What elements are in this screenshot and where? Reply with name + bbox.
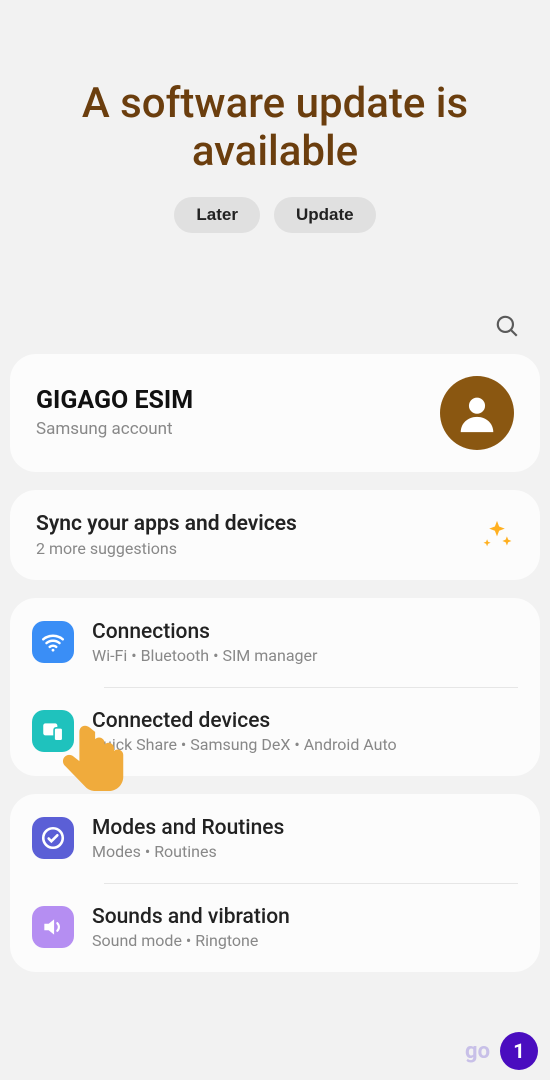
account-name: GIGAGO ESIM [36, 386, 440, 415]
settings-item-modes[interactable]: Modes and Routines Modes • Routines [10, 794, 540, 883]
avatar[interactable] [440, 376, 514, 450]
search-icon[interactable] [494, 313, 520, 339]
item-sub: Sound mode • Ringtone [92, 931, 518, 950]
person-icon [454, 390, 500, 436]
devices-icon [32, 710, 74, 752]
later-button[interactable]: Later [174, 197, 260, 233]
sound-icon [32, 906, 74, 948]
account-sub: Samsung account [36, 419, 440, 439]
check-circle-icon [32, 817, 74, 859]
item-title: Connections [92, 620, 518, 644]
account-card[interactable]: GIGAGO ESIM Samsung account [10, 354, 540, 472]
settings-item-connected-devices[interactable]: Connected devices Quick Share • Samsung … [10, 687, 540, 776]
update-banner: A software update is available Later Upd… [0, 0, 550, 263]
suggestion-sub: 2 more suggestions [36, 539, 480, 558]
update-title: A software update is available [20, 80, 530, 177]
step-badge: 1 [500, 1032, 538, 1070]
suggestion-title: Sync your apps and devices [36, 512, 480, 536]
update-button[interactable]: Update [274, 197, 376, 233]
search-row [0, 263, 550, 354]
settings-item-sounds[interactable]: Sounds and vibration Sound mode • Ringto… [10, 883, 540, 972]
item-sub: Quick Share • Samsung DeX • Android Auto [92, 735, 518, 754]
update-actions: Later Update [20, 197, 530, 233]
item-title: Modes and Routines [92, 816, 518, 840]
item-title: Sounds and vibration [92, 905, 518, 929]
settings-group-0: Connections Wi-Fi • Bluetooth • SIM mana… [10, 598, 540, 776]
item-sub: Wi-Fi • Bluetooth • SIM manager [92, 646, 518, 665]
settings-item-connections[interactable]: Connections Wi-Fi • Bluetooth • SIM mana… [10, 598, 540, 687]
sparkle-icon [480, 518, 514, 552]
settings-group-1: Modes and Routines Modes • Routines Soun… [10, 794, 540, 972]
wifi-icon [32, 621, 74, 663]
item-title: Connected devices [92, 709, 518, 733]
item-sub: Modes • Routines [92, 842, 518, 861]
go-badge: go [465, 1039, 490, 1064]
footer-badges: go 1 [465, 1032, 538, 1070]
suggestion-card[interactable]: Sync your apps and devices 2 more sugges… [10, 490, 540, 580]
